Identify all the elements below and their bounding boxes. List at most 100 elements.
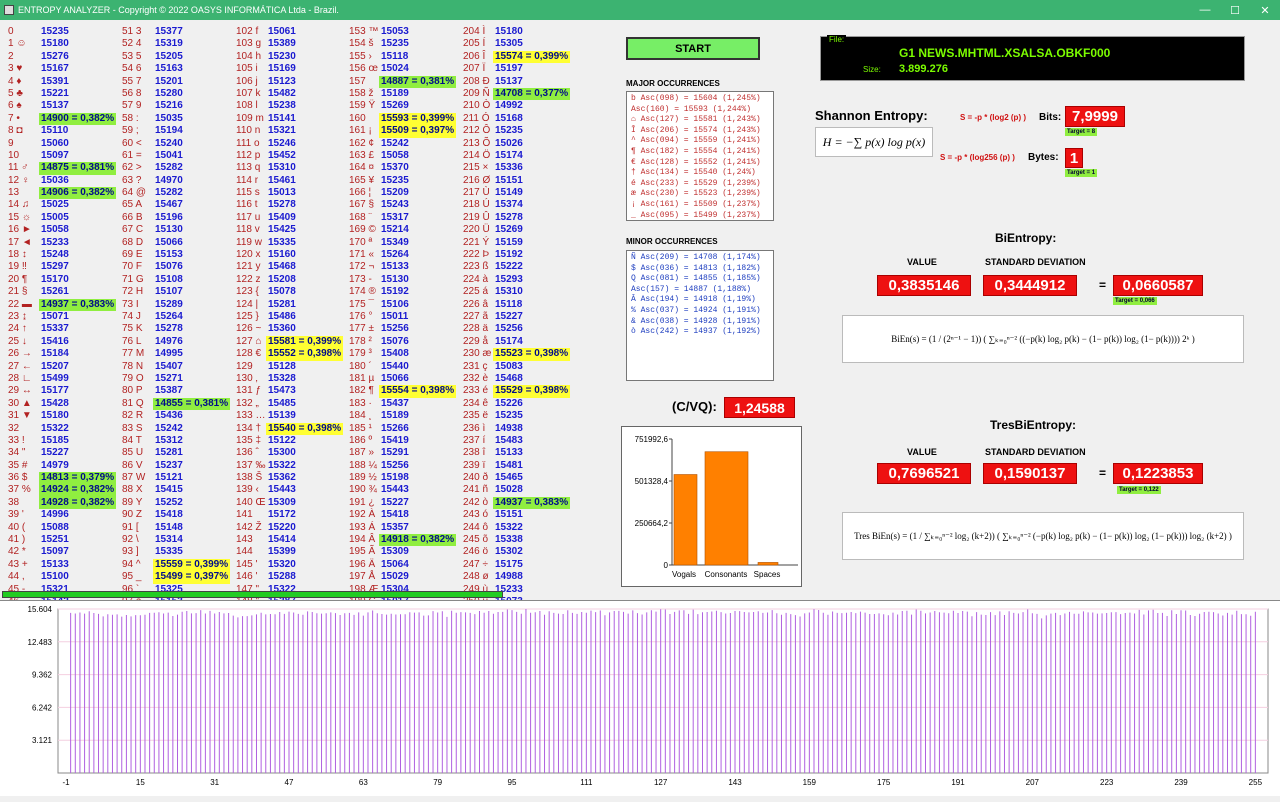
list-item[interactable]: & Asc(038) = 14928 (1,191%) [631,317,769,328]
list-item[interactable]: é Asc(233) = 15529 (1,239%) [631,179,769,190]
table-row: 11 ♂ 14875 = 0,381% [8,162,117,175]
list-item[interactable]: ⌂ Asc(127) = 15581 (1,243%) [631,115,769,126]
ascii-count: 15281 [155,447,183,459]
ascii-label: 3 ♥ [8,63,23,75]
ascii-label: 185 ¹ [349,422,372,434]
list-item[interactable]: Asc(157) = 14887 (1,188%) [631,285,769,296]
ascii-count: 15029 [381,571,409,583]
ascii-label: 116 t [236,199,258,211]
ascii-label: 176 ° [349,310,373,322]
list-item[interactable]: ¶ Asc(182) = 15554 (1,241%) [631,147,769,158]
ascii-label: 226 â [463,298,489,310]
ascii-count: 15269 [495,224,523,236]
table-row: 209 Ñ 14708 = 0,377% [463,87,571,101]
ascii-label: 135 ‡ [236,434,262,446]
minor-occurrences-list[interactable]: Ñ Asc(209) = 14708 (1,174%) $ Asc(036) = … [626,250,774,381]
table-row: 165 ¥ 15235 [349,175,409,187]
ascii-label: 157 [349,75,366,87]
ascii-count: 15170 [41,273,69,285]
ascii-count: 15177 [41,385,69,397]
ascii-count: 15005 [41,211,69,223]
table-row: 102 f 15061 [236,26,296,38]
table-row: 20 ¶ 15170 [8,274,69,286]
list-item[interactable]: æ Asc(230) = 15523 (1,239%) [631,189,769,200]
ascii-count: 14924 = 0,382% [39,484,117,497]
list-item[interactable]: Q Asc(081) = 14855 (1,185%) [631,274,769,285]
bientropy-eq: = [1099,278,1107,292]
ascii-label: 220 Ü [463,224,490,236]
ascii-label: 12 ♀ [8,174,30,186]
table-row: 41 ) 15251 [8,534,69,546]
ascii-label: 122 z [236,273,261,285]
list-item[interactable]: Ñ Asc(209) = 14708 (1,174%) [631,253,769,264]
ascii-label: 186 º [349,434,373,446]
major-occurrences-list[interactable]: b Asc(098) = 15604 (1,245%) Asc(160) = 1… [626,91,774,221]
ascii-label: 167 § [349,199,375,211]
y-tick-label: 12.483 [28,638,53,647]
table-row: 137 ‰ 15322 [236,460,296,472]
table-row: 21 § 15261 [8,286,69,298]
list-item[interactable]: € Asc(128) = 15552 (1,241%) [631,158,769,169]
table-row: 232 è 15468 [463,373,523,385]
list-item[interactable]: ^ Asc(094) = 15559 (1,241%) [631,136,769,147]
table-row: 245 õ 15338 [463,534,523,546]
table-row: 167 § 15243 [349,199,409,211]
category-label: Consonants [705,570,748,579]
table-row: 246 ö 15302 [463,546,523,558]
ascii-label: 83 S [122,422,143,434]
ascii-label: 102 f [236,26,259,37]
table-row: 33 ! 15185 [8,435,69,447]
maximize-button[interactable]: ☐ [1220,4,1250,17]
ascii-label: 155 › [349,50,372,62]
ascii-count: 15418 [155,509,183,521]
list-item[interactable]: $ Asc(036) = 14813 (1,182%) [631,264,769,275]
bytes-label: Bytes: [1028,152,1059,163]
table-row: 85 U 15281 [122,447,183,459]
table-row: 68 D 15066 [122,237,183,249]
ascii-label: 129 [236,360,253,372]
ascii-count: 15160 [268,249,296,261]
table-row: 87 W 15121 [122,472,183,484]
table-row: 155 › 15118 [349,50,408,63]
list-item[interactable]: % Asc(037) = 14924 (1,191%) [631,306,769,317]
list-item[interactable]: Â Asc(194) = 14918 (1,19%) [631,295,769,306]
ascii-count: 14928 = 0,382% [39,496,117,510]
table-row: 146 ' 15288 [236,571,296,583]
table-row: 160 15593 = 0,399% [349,112,457,126]
file-name: G1 NEWS.MHTML.XSALSA.OBKF000 [899,46,1111,60]
ascii-count: 15418 [381,509,409,521]
bar [757,562,779,566]
y-tick-label: 250664,2 [635,519,669,528]
ascii-label: 212 Ô [463,125,491,137]
ascii-count: 15133 [495,447,523,459]
table-row: 163 £ 15058 [349,150,409,162]
start-button[interactable]: START [626,37,760,60]
table-row: 122 z 15208 [236,273,296,286]
list-item[interactable]: † Asc(134) = 15540 (1,24%) [631,168,769,179]
ascii-label: 51 3 [122,26,142,37]
ascii-label: 67 C [122,224,144,236]
list-item[interactable]: Asc(160) = 15593 (1,244%) [631,105,769,116]
list-item[interactable]: ¡ Asc(161) = 15509 (1,237%) [631,200,769,211]
list-item[interactable]: b Asc(098) = 15604 (1,245%) [631,94,769,105]
table-row: 23 ↨ 15071 [8,311,69,323]
table-row: 8 ◘ 15110 [8,125,68,137]
table-row: 243 ó 15151 [463,509,523,521]
close-button[interactable]: ✕ [1250,4,1280,17]
list-item[interactable]: Î Asc(206) = 15574 (1,243%) [631,126,769,137]
ascii-count: 15266 [381,422,409,434]
ascii-count: 15148 [155,521,183,533]
minimize-button[interactable]: — [1190,4,1220,16]
table-column: 0 15235 1 ☺ 15180 2 15276 3 ♥ 15167 4 ♦ 15391 5 ♣ 1… [8,26,117,658]
ascii-label: 169 © [349,224,376,236]
ascii-count: 15248 [41,249,69,261]
ascii-label: 243 ó [463,509,489,521]
ascii-label: 219 Û [463,211,490,223]
table-column: 51 3 15377 52 4 15319 53 5 15205 54 6 15163 55 7… [122,26,231,658]
ascii-label: 170 ª [349,236,373,248]
list-item[interactable]: _ Asc(095) = 15499 (1,237%) [631,211,769,220]
ascii-label: 90 Z [122,509,143,521]
list-item[interactable]: ò Asc(242) = 14937 (1,192%) [631,327,769,338]
ascii-label: 191 ¿ [349,496,375,508]
table-row: 82 R 15436 [122,410,183,422]
